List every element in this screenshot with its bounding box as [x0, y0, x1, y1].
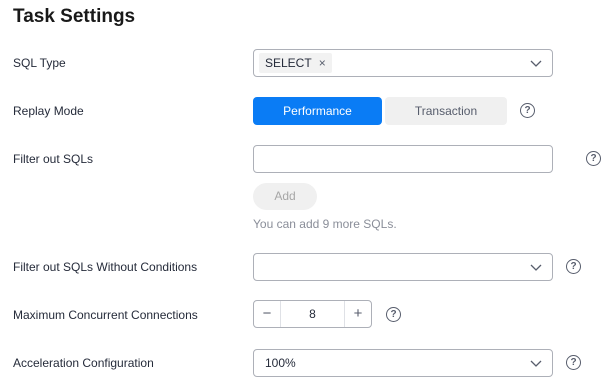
max-conn-value[interactable]: 8	[281, 301, 344, 327]
filter-sqls-label: Filter out SQLs	[13, 152, 94, 166]
sql-type-label: SQL Type	[13, 56, 66, 70]
chevron-down-icon	[530, 60, 542, 67]
accel-value: 100%	[265, 356, 296, 370]
add-sql-button[interactable]: Add	[253, 183, 317, 210]
help-icon[interactable]: ?	[566, 259, 581, 274]
help-icon[interactable]: ?	[566, 355, 581, 370]
tag-remove-icon[interactable]: ×	[319, 56, 326, 70]
filter-no-cond-label: Filter out SQLs Without Conditions	[13, 260, 198, 274]
max-conn-stepper[interactable]: − 8 +	[253, 300, 372, 328]
help-icon[interactable]: ?	[586, 151, 601, 166]
decrement-button[interactable]: −	[254, 301, 281, 327]
replay-mode-label: Replay Mode	[13, 104, 84, 118]
replay-mode-transaction-button[interactable]: Transaction	[385, 97, 507, 125]
accel-label: Acceleration Configuration	[13, 356, 154, 370]
help-icon[interactable]: ?	[520, 103, 535, 118]
max-conn-label: Maximum Concurrent Connections	[13, 308, 198, 322]
chevron-down-icon	[530, 360, 542, 367]
sql-type-tag: SELECT ×	[259, 53, 332, 73]
replay-mode-performance-button[interactable]: Performance	[253, 97, 382, 125]
page-title: Task Settings	[13, 6, 136, 27]
accel-select[interactable]: 100%	[253, 349, 553, 377]
sql-type-select[interactable]: SELECT ×	[253, 49, 553, 77]
filter-sqls-input[interactable]	[253, 145, 553, 173]
increment-button[interactable]: +	[344, 301, 371, 327]
filter-no-cond-select[interactable]	[253, 253, 553, 281]
help-icon[interactable]: ?	[386, 307, 401, 322]
chevron-down-icon	[530, 264, 542, 271]
sql-type-tag-label: SELECT	[265, 56, 312, 70]
add-sql-hint: You can add 9 more SQLs.	[253, 217, 397, 231]
